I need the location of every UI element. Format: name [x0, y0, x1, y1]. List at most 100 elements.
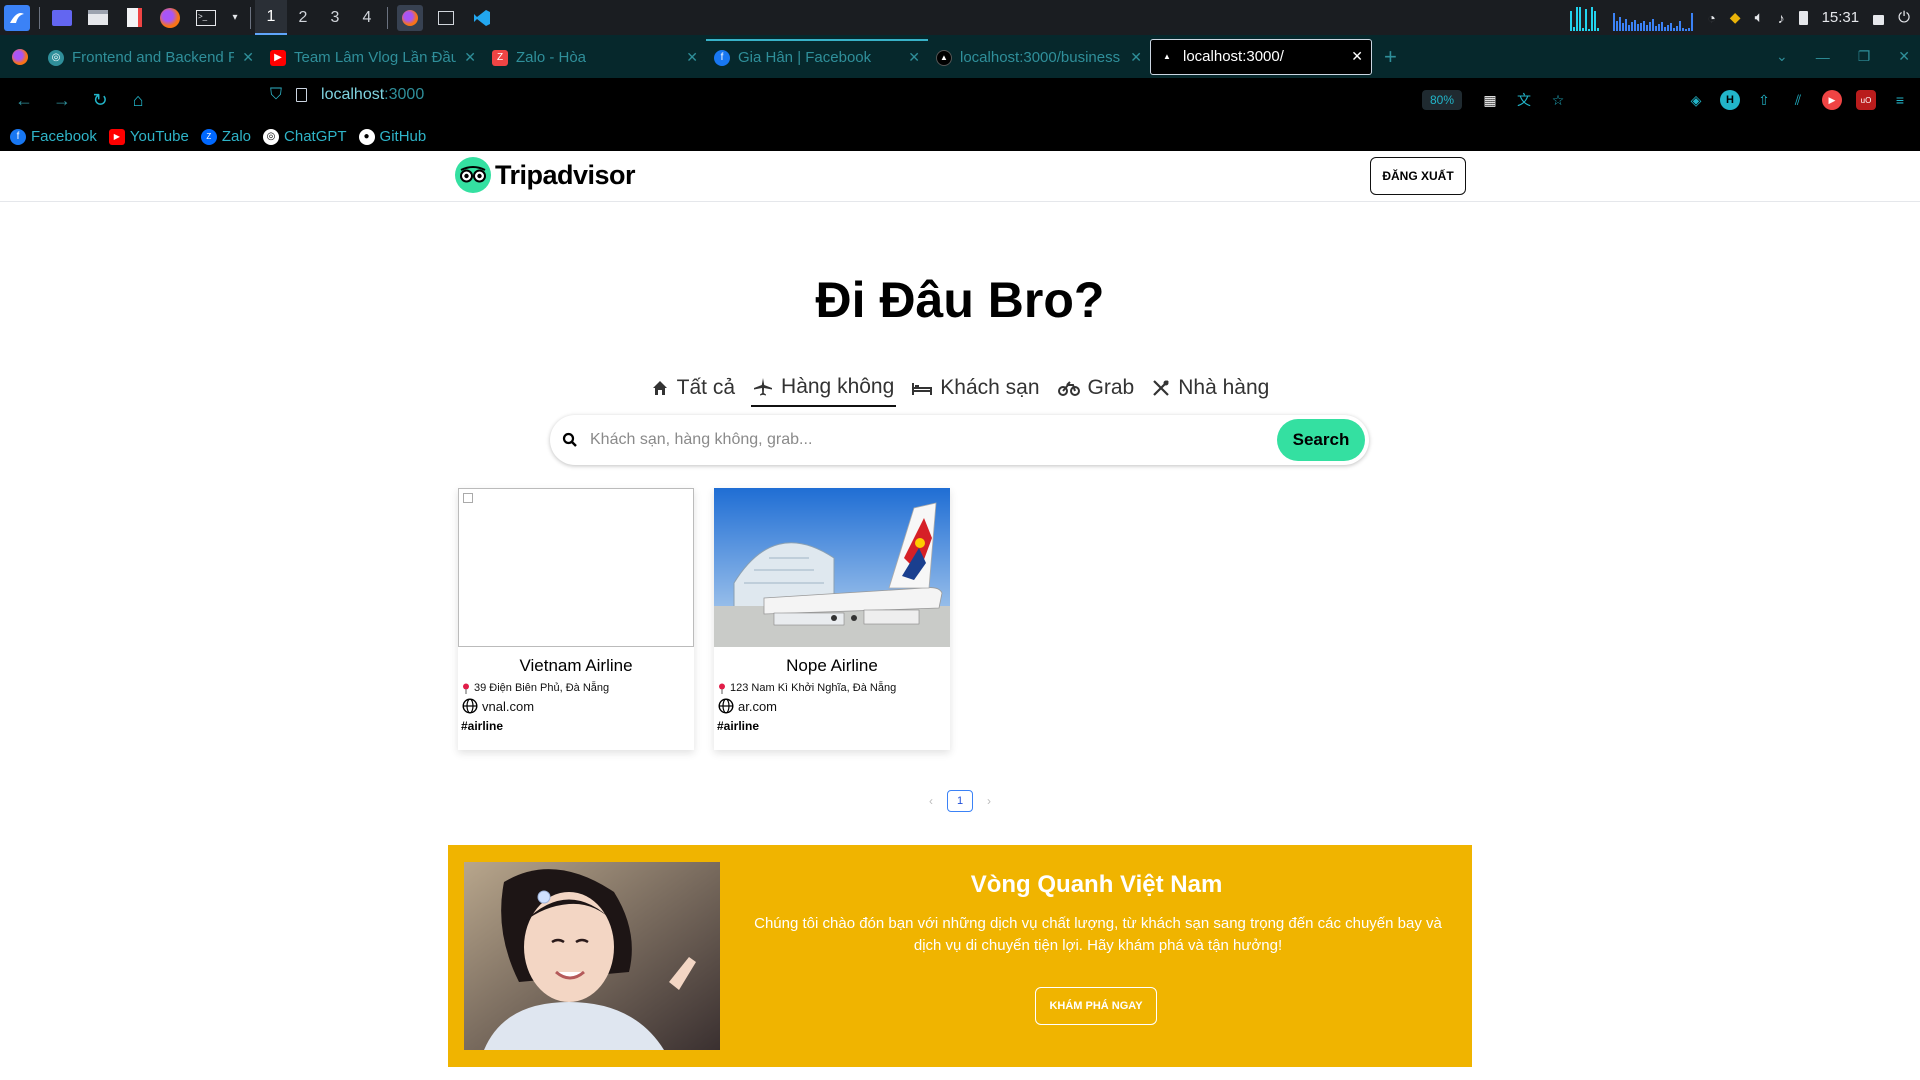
translate-icon[interactable]: 文 [1514, 90, 1534, 110]
library-icon[interactable]: ⫽ [1788, 90, 1808, 110]
menu-icon[interactable]: ≡ [1890, 90, 1910, 110]
explore-now-button[interactable]: KHÁM PHÁ NGAY [1035, 987, 1157, 1025]
bookmark-chatgpt[interactable]: ◎ ChatGPT [263, 128, 347, 145]
category-tabs: Tất cả Hàng không Khách sạn Grab Nhà hàn… [0, 371, 1920, 407]
search-button[interactable]: Search [1277, 419, 1365, 461]
terminal-icon[interactable]: >_ [193, 5, 219, 31]
zoom-level[interactable]: 80% [1421, 90, 1462, 110]
logout-button[interactable]: ĐĂNG XUẤT [1370, 157, 1466, 195]
shield-icon[interactable]: ⛉ [270, 86, 282, 104]
lock-icon[interactable] [1873, 14, 1885, 25]
card-title: Vietnam Airline [519, 656, 633, 675]
utensils-icon [1153, 380, 1170, 396]
pocket-icon[interactable]: ◈ [1686, 90, 1706, 110]
volume-icon[interactable]: 🔈︎ [1755, 9, 1764, 26]
card-address: 39 Điện Biên Phủ, Đà Nẵng [458, 682, 694, 694]
bell-icon[interactable]: ♪ [1778, 10, 1785, 26]
firefox-menu-icon[interactable] [0, 48, 40, 65]
tab-list-icon[interactable]: ⌄ [1776, 48, 1788, 65]
tripadvisor-logo[interactable]: Tripadvisor [455, 157, 636, 193]
app-tray-icon[interactable]: ◆ [1730, 9, 1741, 26]
battery-icon[interactable] [1798, 10, 1808, 25]
page-number-current[interactable]: 1 [947, 790, 973, 812]
new-tab-button[interactable]: + [1384, 44, 1397, 70]
desktop-icon[interactable] [49, 5, 75, 31]
bookmark-youtube[interactable]: ▶ YouTube [108, 128, 189, 145]
browser-tab[interactable]: ▲ localhost:3000/business ✕ [928, 39, 1150, 75]
browser-tab-active[interactable]: ▲ localhost:3000/ ✕ [1150, 38, 1372, 75]
card-title: Nope Airline [786, 656, 878, 675]
minimize-icon[interactable]: — [1816, 49, 1830, 65]
youtube-icon: ▶ [270, 49, 286, 66]
star-icon[interactable]: ☆ [1548, 90, 1568, 110]
workspace-3[interactable]: 3 [319, 0, 351, 35]
motorbike-icon [1057, 381, 1080, 396]
card-website: vnal.com [458, 698, 694, 714]
search-input[interactable] [590, 431, 1277, 449]
tab-restaurant[interactable]: Nhà hàng [1150, 371, 1271, 407]
close-icon[interactable]: ✕ [1130, 49, 1142, 66]
bookmark-github[interactable]: ● GitHub [358, 128, 426, 145]
chevron-down-icon[interactable]: ▾ [229, 5, 241, 31]
browser-navbar: ← → ↻ ⌂ ⛉ localhost:3000 80% ▦ 文 ☆ ◈ H ⇧… [0, 78, 1920, 122]
wifi-icon[interactable]: ◔ [1707, 10, 1715, 26]
tab-all[interactable]: Tất cả [649, 371, 737, 407]
business-card[interactable]: Vietnam Airline 39 Điện Biên Phủ, Đà Nẵn… [458, 488, 694, 750]
restore-icon[interactable]: ❐ [1858, 48, 1871, 65]
home-icon[interactable]: ⌂ [120, 82, 156, 118]
browser-tab[interactable]: Z Zalo - Hòa ✕ [484, 39, 706, 75]
forward-icon[interactable]: → [44, 82, 80, 118]
launcher-icon[interactable] [4, 4, 30, 31]
search-bar: Search [550, 415, 1369, 465]
chatgpt-icon: ◎ [48, 49, 64, 66]
chatgpt-icon: ◎ [263, 128, 280, 145]
bookmark-facebook[interactable]: f Facebook [10, 128, 97, 145]
workspace-2[interactable]: 2 [287, 0, 319, 35]
youtube-ext-icon[interactable]: ▶ [1822, 90, 1842, 110]
globe-icon [462, 698, 478, 714]
chevron-right-icon[interactable]: › [987, 794, 991, 808]
brand-name: Tripadvisor [495, 159, 636, 190]
url-bar[interactable]: ⛉ localhost:3000 [270, 86, 424, 104]
bookmarks-bar: f Facebook ▶ YouTube Z Zalo ◎ ChatGPT ● … [0, 122, 1920, 151]
power-icon[interactable]: ⏻ [1898, 9, 1910, 26]
tab-hotel[interactable]: Khách sạn [910, 371, 1041, 407]
reload-icon[interactable]: ↻ [82, 82, 118, 118]
share-icon[interactable]: ⇧ [1754, 90, 1774, 110]
triangle-icon: ▲ [936, 49, 952, 66]
page-icon [296, 88, 308, 102]
chevron-left-icon[interactable]: ‹ [929, 794, 933, 808]
tab-airline[interactable]: Hàng không [751, 371, 897, 407]
bookmark-zalo[interactable]: Z Zalo [200, 128, 251, 145]
close-icon[interactable]: ✕ [908, 49, 920, 66]
close-icon[interactable]: ✕ [686, 49, 698, 66]
site-header: Tripadvisor ĐĂNG XUẤT [0, 151, 1920, 202]
browser-tab[interactable]: ▶ Team Lâm Vlog Lần Đầu ✕ [262, 39, 484, 75]
ublock-icon[interactable]: uO [1856, 90, 1876, 110]
facebook-icon: f [714, 49, 730, 66]
close-icon[interactable]: ✕ [464, 49, 476, 66]
firefox-window-icon[interactable] [397, 4, 423, 31]
text-editor-icon[interactable] [121, 5, 147, 31]
plane-icon [754, 378, 773, 396]
close-icon[interactable]: ✕ [1351, 48, 1363, 65]
close-window-icon[interactable]: ✕ [1898, 48, 1910, 65]
back-icon[interactable]: ← [6, 82, 42, 118]
browser-tab[interactable]: f Gia Hân | Facebook ✕ [706, 38, 928, 75]
vscode-icon[interactable] [469, 5, 495, 31]
extension-h-icon[interactable]: H [1720, 90, 1740, 110]
browser-tab[interactable]: ◎ Frontend and Backend Repo ✕ [40, 39, 262, 75]
firefox-icon[interactable] [157, 5, 183, 31]
file-manager-icon[interactable] [85, 5, 111, 31]
tab-grab[interactable]: Grab [1056, 371, 1137, 407]
workspace-1[interactable]: 1 [255, 0, 287, 35]
clock[interactable]: 15:31 [1822, 9, 1860, 26]
search-icon [562, 432, 577, 447]
promo-photo [464, 862, 720, 1050]
workspace-4[interactable]: 4 [351, 0, 383, 35]
terminal-window-icon[interactable] [433, 5, 459, 31]
promo-banner: Vòng Quanh Việt Nam Chúng tôi chào đón b… [448, 845, 1472, 1067]
qr-code-icon[interactable]: ▦ [1480, 90, 1500, 110]
business-card[interactable]: Nope Airline 123 Nam Kì Khởi Nghĩa, Đà N… [714, 488, 950, 750]
close-icon[interactable]: ✕ [242, 49, 254, 66]
